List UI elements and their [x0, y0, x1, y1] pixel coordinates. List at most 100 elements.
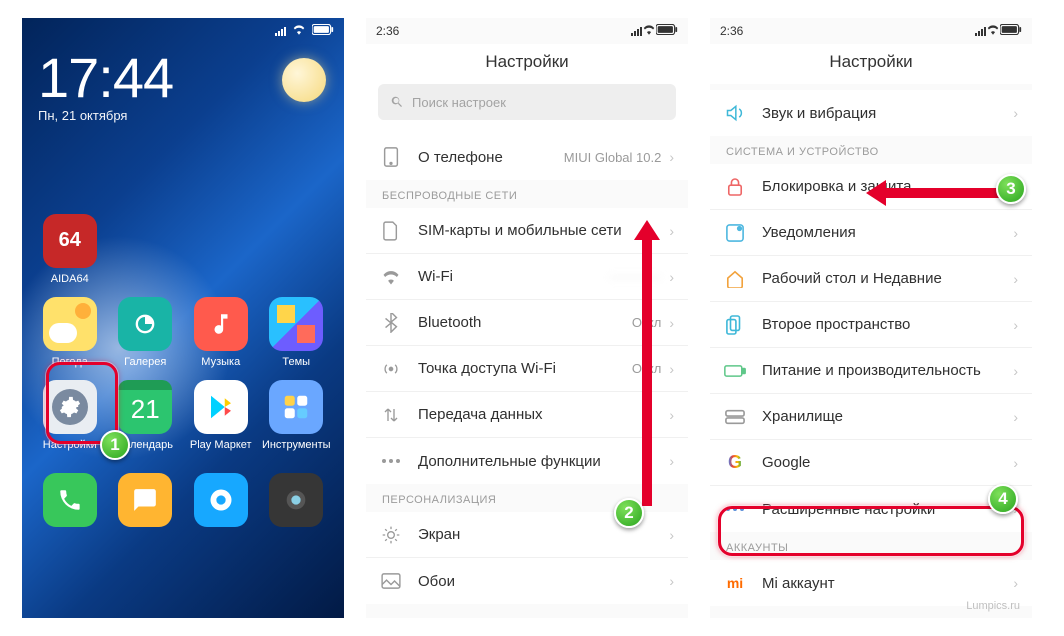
gallery-icon — [118, 297, 172, 351]
app-camera[interactable] — [261, 473, 331, 532]
item-second-space[interactable]: Второе пространство › — [710, 302, 1032, 348]
item-data[interactable]: Передача данных › — [366, 392, 688, 438]
google-icon: G — [724, 452, 746, 474]
weather-moon-icon[interactable] — [274, 54, 330, 110]
chevron-right-icon: › — [669, 315, 674, 331]
app-aida64[interactable]: 64 AIDA64 — [35, 214, 105, 285]
clock-date: Пн, 21 октября — [38, 108, 328, 123]
watermark: Lumpics.ru — [966, 600, 1020, 612]
battery-icon — [656, 24, 678, 38]
status-time: 2:36 — [376, 24, 399, 38]
signal-icon — [275, 26, 286, 36]
item-advanced[interactable]: Расширенные настройки › — [710, 486, 1032, 532]
marker-2: 2 — [614, 498, 644, 528]
play-icon — [194, 380, 248, 434]
chevron-right-icon: › — [669, 361, 674, 377]
phone-outline-icon — [380, 146, 402, 168]
second-space-icon — [724, 314, 746, 336]
item-sound[interactable]: Звук и вибрация › — [710, 90, 1032, 136]
app-messages[interactable] — [110, 473, 180, 532]
chevron-right-icon: › — [669, 149, 674, 165]
app-themes[interactable]: Темы — [261, 297, 331, 368]
status-bar: 2:36 — [710, 18, 1032, 44]
chevron-right-icon: › — [669, 527, 674, 543]
search-input[interactable]: Поиск настроек — [378, 84, 676, 120]
tools-icon — [269, 380, 323, 434]
status-bar: 2:36 — [366, 18, 688, 44]
sun-icon — [380, 524, 402, 546]
more-icon — [380, 450, 402, 472]
data-transfer-icon — [380, 404, 402, 426]
search-placeholder: Поиск настроек — [412, 95, 506, 110]
app-phone[interactable] — [35, 473, 105, 532]
battery-perf-icon — [724, 360, 746, 382]
app-play[interactable]: Play Маркет — [186, 380, 256, 451]
battery-icon — [1000, 24, 1022, 38]
item-notifications[interactable]: Уведомления › — [710, 210, 1032, 256]
marker-1: 1 — [100, 430, 130, 460]
item-about-phone[interactable]: О телефоне MIUI Global 10.2 › — [366, 134, 688, 180]
chevron-right-icon: › — [669, 269, 674, 285]
item-wifi[interactable]: Wi-Fi ———— › — [366, 254, 688, 300]
chevron-right-icon: › — [669, 223, 674, 239]
page-title: Настройки — [710, 44, 1032, 84]
themes-icon — [269, 297, 323, 351]
bluetooth-icon — [380, 312, 402, 334]
music-icon — [194, 297, 248, 351]
aida64-icon: 64 — [43, 214, 97, 268]
app-tools[interactable]: Инструменты — [261, 380, 331, 451]
chevron-right-icon: › — [1013, 575, 1018, 591]
wifi-icon — [986, 24, 1000, 38]
app-settings[interactable]: Настройки — [35, 380, 105, 451]
marker-3: 3 — [996, 174, 1026, 204]
browser-icon — [194, 473, 248, 527]
notifications-icon — [724, 222, 746, 244]
app-weather[interactable]: Погода — [35, 297, 105, 368]
item-wallpaper[interactable]: Обои › — [366, 558, 688, 604]
chevron-right-icon: › — [669, 573, 674, 589]
chevron-right-icon: › — [1013, 409, 1018, 425]
lock-icon — [724, 176, 746, 198]
section-wireless: БЕСПРОВОДНЫЕ СЕТИ — [366, 180, 688, 208]
app-browser[interactable] — [186, 473, 256, 532]
messages-icon — [118, 473, 172, 527]
calendar-icon: 21 — [118, 380, 172, 434]
chevron-right-icon: › — [669, 407, 674, 423]
marker-4: 4 — [988, 484, 1018, 514]
wifi-icon — [292, 24, 306, 38]
more-icon — [724, 498, 746, 520]
item-bluetooth[interactable]: Bluetooth Откл › — [366, 300, 688, 346]
chevron-right-icon: › — [1013, 271, 1018, 287]
app-music[interactable]: Музыка — [186, 297, 256, 368]
item-storage[interactable]: Хранилище › — [710, 394, 1032, 440]
chevron-right-icon: › — [1013, 455, 1018, 471]
camera-icon — [269, 473, 323, 527]
sound-icon — [724, 102, 746, 124]
point-arrow — [882, 188, 1000, 198]
battery-icon — [312, 24, 334, 38]
signal-icon — [975, 26, 986, 36]
status-time: 2:36 — [720, 24, 743, 38]
chevron-right-icon: › — [1013, 363, 1018, 379]
weather-icon — [43, 297, 97, 351]
settings-icon — [43, 380, 97, 434]
page-title: Настройки — [366, 44, 688, 84]
signal-icon — [631, 26, 642, 36]
hotspot-icon — [380, 358, 402, 380]
item-battery[interactable]: Питание и производительность › — [710, 348, 1032, 394]
mi-icon: mi — [724, 572, 746, 594]
sim-icon — [380, 220, 402, 242]
status-bar — [22, 18, 344, 44]
chevron-right-icon: › — [1013, 317, 1018, 333]
phone-homescreen: 17:44 Пн, 21 октября 64 AIDA64 Погода — [22, 18, 344, 618]
app-gallery[interactable]: Галерея — [110, 297, 180, 368]
wifi-icon — [380, 266, 402, 288]
item-more[interactable]: Дополнительные функции › — [366, 438, 688, 484]
wifi-icon — [642, 24, 656, 38]
item-hotspot[interactable]: Точка доступа Wi-Fi Откл › — [366, 346, 688, 392]
item-home[interactable]: Рабочий стол и Недавние › — [710, 256, 1032, 302]
phone-settings-system: 2:36 Настройки Звук и вибрация › СИСТЕМА… — [710, 18, 1032, 618]
search-icon — [390, 95, 404, 109]
chevron-right-icon: › — [1013, 105, 1018, 121]
item-google[interactable]: G Google › — [710, 440, 1032, 486]
